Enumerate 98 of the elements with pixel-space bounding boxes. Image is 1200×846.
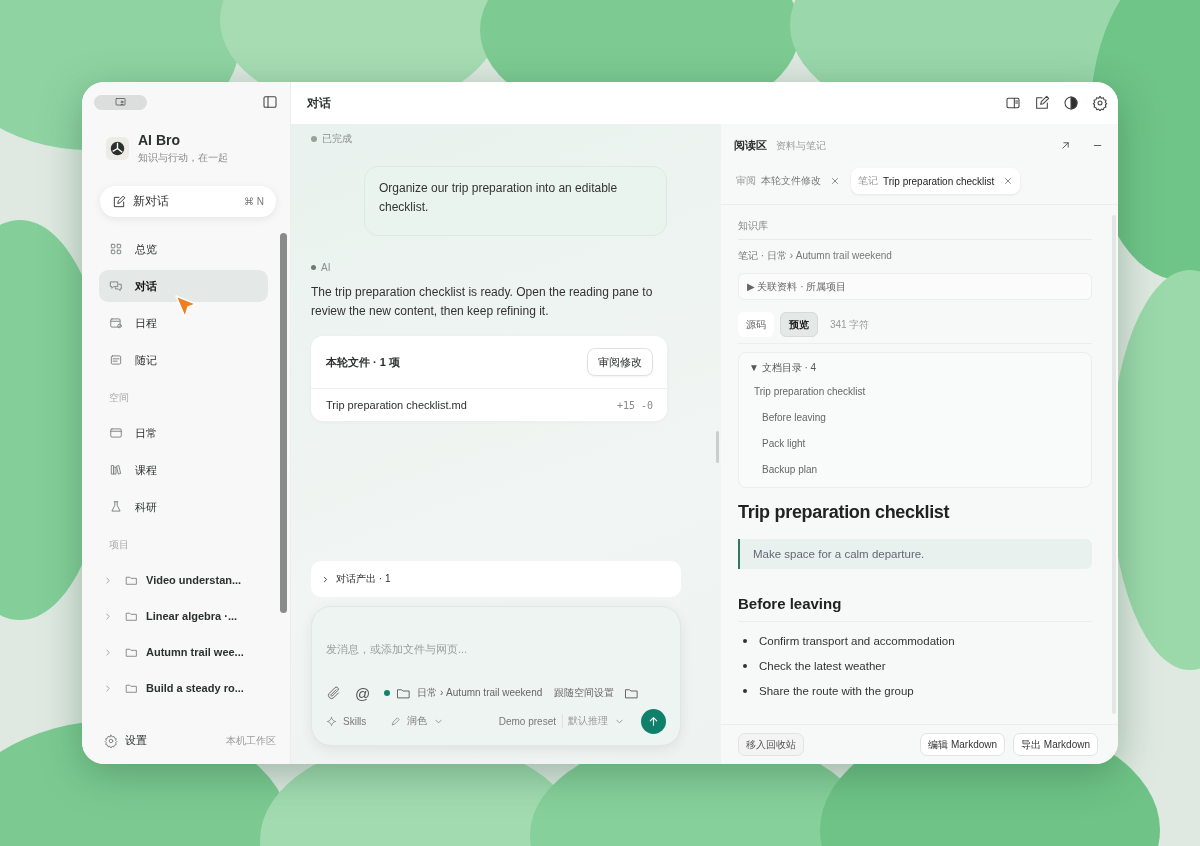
- workspace-switch-button[interactable]: [94, 94, 147, 110]
- blockquote: Make space for a calm departure.: [738, 539, 1092, 569]
- ai-label: AI: [321, 262, 331, 273]
- context-dot: [384, 690, 391, 696]
- contrast-icon[interactable]: [1063, 95, 1079, 111]
- app-tagline: 知识与行动，在一起: [138, 151, 228, 165]
- project-item[interactable]: Autumn trail wee...: [99, 636, 280, 668]
- close-icon[interactable]: [830, 176, 840, 186]
- books-icon: [109, 463, 123, 477]
- project-item[interactable]: Build a steady ro...: [99, 672, 280, 704]
- export-markdown-button[interactable]: 导出 Markdown: [1013, 733, 1098, 756]
- nav-item[interactable]: 随记: [99, 344, 268, 376]
- app-name: AI Bro: [138, 132, 181, 148]
- note-icon: [109, 353, 123, 367]
- outputs-row[interactable]: 对话产出 · 1: [311, 561, 681, 597]
- status-label: 已完成: [322, 132, 352, 146]
- window-icon: [109, 426, 123, 440]
- resize-handle[interactable]: [716, 431, 719, 463]
- nav-item[interactable]: 日程: [99, 307, 268, 339]
- reader-tab[interactable]: 审阅 本轮文件修改: [729, 168, 847, 194]
- file-name[interactable]: Trip preparation checklist.md: [326, 399, 467, 411]
- space-item[interactable]: 科研: [99, 491, 268, 523]
- polish-button[interactable]: 润色: [407, 714, 428, 728]
- tab-label: 本轮文件修改: [761, 174, 821, 188]
- grid-icon: [109, 242, 123, 256]
- bullet-icon: [743, 664, 747, 668]
- char-count: 341 字符: [830, 317, 870, 332]
- list-item: Check the latest weather: [759, 660, 886, 672]
- arrow-up-icon: [647, 714, 660, 728]
- edit-icon: [112, 194, 126, 209]
- bullet-icon: [743, 639, 747, 643]
- tab-label: Trip preparation checklist: [883, 175, 995, 187]
- settings-icon[interactable]: [1092, 95, 1108, 111]
- settings-item[interactable]: 设置: [104, 733, 147, 748]
- scrollbar[interactable]: [280, 233, 287, 613]
- bullet-icon: [743, 689, 747, 693]
- space-item[interactable]: 课程: [99, 454, 268, 486]
- project-item[interactable]: Linear algebra ·...: [99, 600, 280, 632]
- shortcut-label: ⌘ N: [244, 196, 264, 207]
- project-item[interactable]: Video understan...: [99, 564, 280, 596]
- review-button[interactable]: 审阅修改: [587, 348, 653, 376]
- reader-title: 阅读区: [734, 138, 767, 153]
- tab-tag: 笔记: [858, 174, 878, 188]
- nav-item[interactable]: 总览: [99, 233, 268, 265]
- pen-icon: [390, 715, 402, 727]
- user-message: Organize our trip preparation into an editable checklist.: [364, 166, 667, 236]
- context-path[interactable]: 日常 › Autumn trail weekend: [417, 686, 543, 700]
- page-title: 对话: [307, 94, 331, 112]
- section-label: 知识库: [738, 219, 1092, 240]
- view-mode-tab[interactable]: 源码: [738, 312, 774, 337]
- logo-icon: [106, 137, 129, 160]
- toc-link[interactable]: Pack light: [749, 431, 1081, 457]
- toc-toggle[interactable]: ▼ 文档目录 · 4: [749, 361, 1081, 375]
- trash-button[interactable]: 移入回收站: [738, 733, 804, 756]
- monitor-user-icon: [114, 96, 127, 108]
- nav-item[interactable]: 对话: [99, 270, 268, 302]
- note-path: 笔记 · 日常 › Autumn trail weekend: [738, 249, 893, 263]
- settings-icon: [104, 733, 118, 748]
- workspace-label: 本机工作区: [226, 733, 276, 748]
- view-mode-tab[interactable]: 预览: [780, 312, 818, 337]
- toc-link[interactable]: Before leaving: [749, 405, 1081, 431]
- diff-count: +15 -0: [616, 399, 653, 411]
- related-toggle[interactable]: ▶ 关联资料 · 所属项目: [738, 273, 1092, 300]
- list-item: Confirm transport and accommodation: [759, 635, 955, 647]
- status-dot: [311, 136, 317, 142]
- message-field[interactable]: 发消息，或添加文件与网页... @ 日常 › Autumn trail weekend 跟随空间设置 Skills 润色 Demo preset 默认推理: [311, 606, 681, 746]
- toc-link[interactable]: Backup plan: [749, 457, 1081, 483]
- reader-tab[interactable]: 笔记 Trip preparation checklist: [851, 168, 1021, 194]
- space-item[interactable]: 日常: [99, 417, 268, 449]
- toc-link[interactable]: Trip preparation checklist: [749, 379, 1081, 405]
- edit-icon[interactable]: [1034, 95, 1050, 111]
- ai-dot: [311, 265, 316, 270]
- edit-markdown-button[interactable]: 编辑 Markdown: [920, 733, 1006, 756]
- paperclip-icon[interactable]: [326, 685, 341, 701]
- chat-bubbles-icon: [109, 279, 123, 293]
- new-chat-button[interactable]: 新对话 ⌘ N: [100, 186, 276, 217]
- mention-button[interactable]: @: [355, 684, 371, 702]
- section-label: 空间: [108, 391, 130, 405]
- sparkle-icon: [326, 715, 337, 727]
- send-button[interactable]: [641, 708, 666, 734]
- ai-message: The trip preparation checklist is ready. Open the reading pane to review the new content, then keep refining it.: [311, 284, 654, 320]
- preset-label[interactable]: Demo preset: [498, 715, 556, 727]
- section-label: 项目: [108, 538, 130, 552]
- calendar-icon: [109, 316, 123, 330]
- document-title: Trip preparation checklist: [738, 502, 951, 523]
- cursor-icon: [174, 294, 198, 320]
- card-title: 本轮文件 · 1 项: [326, 354, 400, 370]
- list-item: Share the route with the group: [759, 685, 914, 697]
- close-icon[interactable]: [1003, 176, 1014, 186]
- skills-button[interactable]: Skills: [343, 715, 367, 727]
- follow-setting[interactable]: 跟随空间设置: [554, 686, 615, 700]
- sidebar-toggle-icon[interactable]: [262, 94, 278, 110]
- tab-tag: 审阅: [736, 174, 756, 188]
- flask-icon: [109, 500, 123, 514]
- reader-subtitle: 资料与笔记: [776, 138, 826, 153]
- section-heading: Before leaving: [738, 595, 1092, 622]
- expand-icon[interactable]: [1059, 139, 1072, 152]
- reader-panel-icon[interactable]: [1005, 95, 1021, 111]
